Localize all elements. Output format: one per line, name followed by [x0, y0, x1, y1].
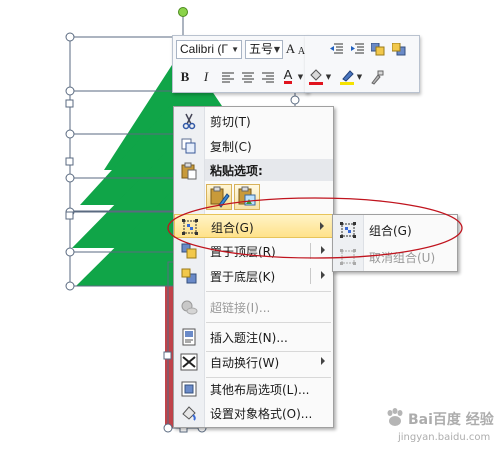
baidu-paw-icon — [387, 408, 403, 426]
watermark-url: jingyan.baidu.com — [398, 432, 491, 443]
watermark-text: Bai百度 经验 — [408, 412, 494, 428]
annotation-ellipse — [167, 197, 463, 259]
watermark: Bai百度 经验 jingyan.baidu.com — [384, 404, 500, 452]
